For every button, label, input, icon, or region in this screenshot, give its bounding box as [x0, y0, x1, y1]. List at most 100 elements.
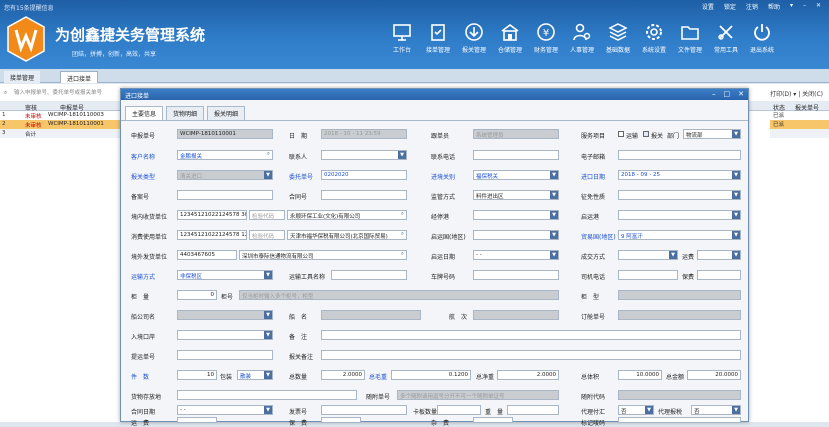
decl-type-select[interactable]: 清关进口 ▼	[177, 170, 273, 180]
consignee-name-field[interactable]: 永顺环保工业(文化)有限公司 ⌕	[287, 210, 407, 220]
menu-caret-icon[interactable]: ▾	[790, 2, 793, 11]
consignee-code-field[interactable]: 12345121022124578 3026941130	[177, 210, 247, 220]
weight-field[interactable]	[507, 405, 559, 415]
nav-finance[interactable]: ¥ 财务管理	[528, 22, 564, 54]
decl-remark-field[interactable]	[321, 350, 741, 360]
plate-no-field[interactable]	[473, 270, 559, 280]
follower-field[interactable]: 系统管理员	[473, 129, 559, 139]
entry-customs-select[interactable]: 福保税关 ▼	[473, 170, 559, 180]
supervision-select[interactable]: 料件进出区 ▼	[473, 190, 559, 200]
departure-country-select[interactable]: ▼	[473, 230, 559, 240]
driver-phone-field[interactable]	[618, 270, 678, 280]
shipper-name-field[interactable]: 深圳市泰际信通物流有限公司 ⌕	[239, 250, 407, 260]
date-field[interactable]: 2018 - 10 - 11 23:59	[321, 129, 407, 139]
pallet-qty-field[interactable]	[437, 405, 481, 415]
departure-port-select[interactable]: ▼	[618, 210, 741, 220]
freight-select[interactable]: ▼	[697, 250, 741, 260]
consumer-code-field[interactable]: 12345121022124578 1207660028	[177, 230, 247, 240]
shipper-code-field[interactable]: 4403467605	[177, 250, 237, 260]
phone-field[interactable]	[473, 150, 559, 160]
email-field[interactable]	[618, 150, 741, 160]
decl-no-field[interactable]: WCIMP-1810110001	[177, 129, 273, 139]
nav-hr[interactable]: 人事管理	[564, 22, 600, 54]
close-button[interactable]: ✕	[816, 2, 821, 11]
nav-workbench[interactable]: 工作台	[384, 22, 420, 54]
departure-date-field[interactable]: - - ▼	[473, 250, 559, 260]
voyage-field[interactable]	[473, 310, 559, 320]
nav-warehouse[interactable]: 仓储管理	[492, 22, 528, 54]
booking-no-field[interactable]	[618, 310, 741, 320]
nav-declaration[interactable]: 报关管理	[456, 22, 492, 54]
driver-name-field[interactable]	[697, 270, 741, 280]
list-toolbar-right[interactable]: 打印(D) ▾ | 关闭(C)	[770, 89, 823, 98]
consumer-name-field[interactable]: 天津市福华保税有限公司(北京国际贸易) ⌕	[287, 230, 407, 240]
tab-main-info[interactable]: 主要信息	[125, 106, 164, 121]
tab-goods-detail[interactable]: 货物明细	[166, 106, 205, 121]
transport-mode-select[interactable]: 非保税区 ▼	[177, 270, 273, 280]
minimize-button[interactable]: –	[803, 2, 806, 11]
net-weight-field[interactable]: 2.0000	[497, 370, 559, 380]
notice-text[interactable]: 您有15条提醒信息	[4, 3, 54, 12]
storage-field[interactable]	[177, 390, 357, 400]
attach-code-field[interactable]	[618, 390, 741, 400]
table-row-selected[interactable]: 2 未审核 WCIMP-1810110001	[0, 120, 125, 129]
remark-field[interactable]	[321, 330, 741, 340]
misc-field[interactable]	[473, 417, 513, 423]
department-select[interactable]: 物流部 ▼	[683, 129, 741, 139]
lock-link[interactable]: 锁定	[724, 2, 736, 11]
vessel-field[interactable]	[321, 310, 421, 320]
declare-checkbox[interactable]	[643, 131, 649, 137]
entrust-no-field[interactable]: 0202020	[321, 170, 407, 180]
deal-mode-select[interactable]: ▼	[618, 250, 678, 260]
help-link[interactable]: 帮助	[768, 2, 780, 11]
contact-select[interactable]: ▼	[321, 150, 407, 160]
packing-select[interactable]: 散装 ▼	[237, 370, 273, 380]
insurance-field[interactable]	[321, 417, 361, 423]
trade-country-select[interactable]: 9 阿富汗 ▼	[618, 230, 741, 240]
search-input[interactable]: 输入申报单号、委托单号或报关单号	[2, 88, 122, 98]
dialog-maximize-button[interactable]: □	[724, 90, 731, 98]
amount-field[interactable]: 20.0000	[687, 370, 741, 380]
agent-tax-select[interactable]: 否 ▼	[691, 405, 741, 415]
nav-files[interactable]: 文件管理	[672, 22, 708, 54]
total-qty-field[interactable]: 2.0000	[321, 370, 365, 380]
settings-link[interactable]: 设置	[702, 2, 714, 11]
contract-date-field[interactable]: - - ▼	[177, 405, 273, 415]
volume-field[interactable]: 10.0000	[618, 370, 662, 380]
consignee-inspect-field[interactable]: 检验代码	[249, 210, 285, 220]
logout-link[interactable]: 注销	[746, 2, 758, 11]
tab-customs-detail[interactable]: 报关明细	[207, 106, 246, 121]
transport-checkbox[interactable]	[618, 131, 624, 137]
dialog-close-button[interactable]: ✕	[738, 90, 744, 98]
table-row[interactable]: 1 未审核 WCIMP-1810110003	[0, 111, 125, 120]
bl-no-field[interactable]	[177, 350, 273, 360]
customer-field[interactable]: 金鹏报关 ⌕	[177, 150, 273, 160]
pieces-field[interactable]: 10	[177, 370, 217, 380]
attach-no-field[interactable]: 多个随附请用逗号分开不可一个随附单证号	[397, 390, 559, 400]
tab-import-orders[interactable]: 进口接单	[60, 71, 99, 83]
gross-weight-field[interactable]: 0.1200	[391, 370, 471, 380]
agent-pay-select[interactable]: 否 ▼	[618, 405, 654, 415]
consumer-inspect-field[interactable]: 检验代码	[249, 230, 285, 240]
nav-settings[interactable]: 系统设置	[636, 22, 672, 54]
tab-orders[interactable]: 接单管理	[4, 71, 41, 83]
container-no-field[interactable]: 仅当柜时输入多个柜号，柜型	[239, 290, 559, 300]
nav-orders[interactable]: 接单管理	[420, 22, 456, 54]
nav-basedata[interactable]: 基础数据	[600, 22, 636, 54]
nav-tools[interactable]: 常用工具	[708, 22, 744, 54]
container-type-field[interactable]	[618, 290, 741, 300]
marks-field[interactable]	[618, 417, 741, 423]
nav-exit[interactable]: 退出系统	[744, 22, 780, 54]
freight-fee-field[interactable]	[177, 417, 217, 423]
container-qty-field[interactable]: 0	[177, 290, 217, 300]
shipping-co-select[interactable]: ▼	[177, 310, 273, 320]
invoice-no-field[interactable]	[321, 405, 407, 415]
record-no-field[interactable]	[177, 190, 273, 200]
dialog-minimize-button[interactable]: –	[712, 90, 716, 98]
entry-port-select[interactable]: ▼	[177, 330, 273, 340]
transit-port-select[interactable]: ▼	[473, 210, 559, 220]
tax-nature-select[interactable]: ▼	[618, 190, 741, 200]
import-date-field[interactable]: 2018 - 09 - 25 ▼	[618, 170, 741, 180]
contract-no-field[interactable]	[321, 190, 407, 200]
vehicle-name-field[interactable]	[331, 270, 407, 280]
